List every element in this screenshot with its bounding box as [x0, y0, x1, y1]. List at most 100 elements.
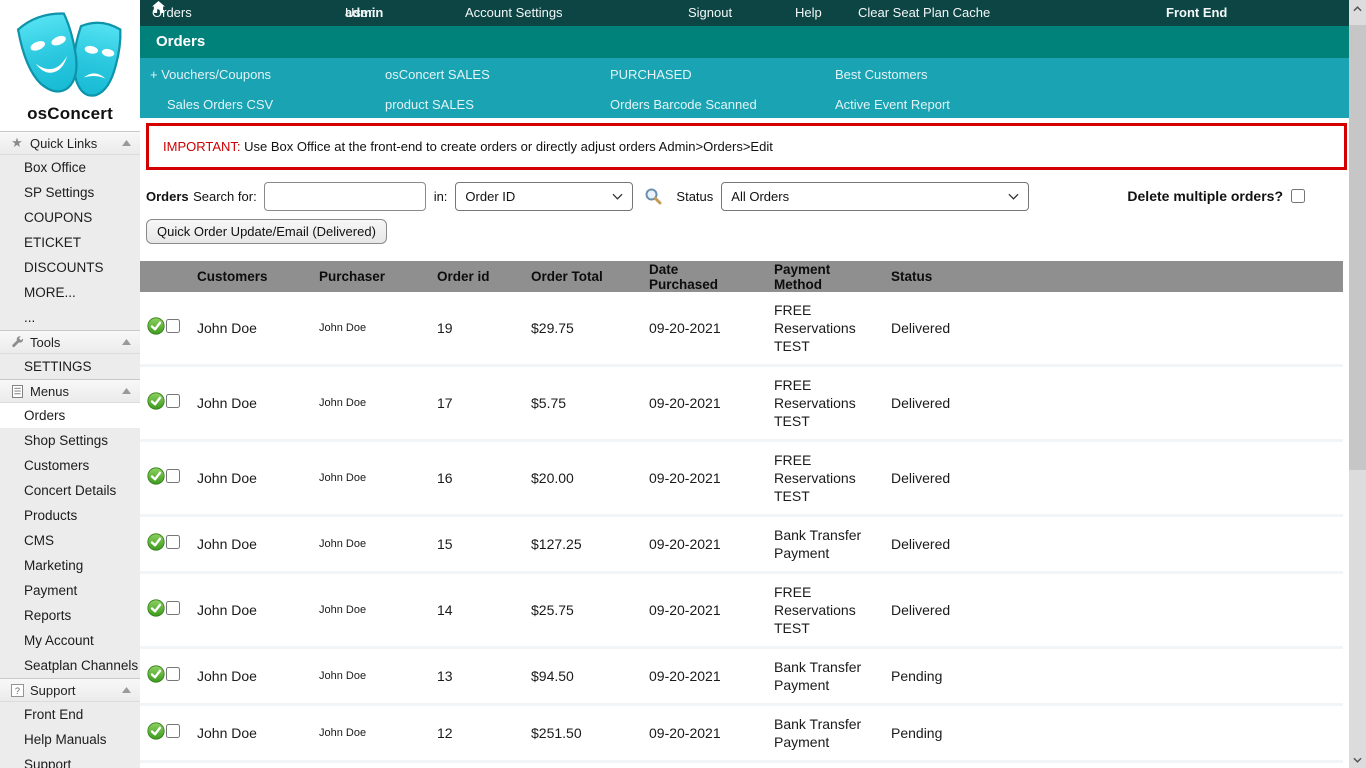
submenu-link[interactable]: product SALES — [385, 97, 474, 112]
magnifier-icon — [644, 187, 662, 205]
order-row[interactable]: John DoeJohn Doe13$94.5009-20-2021Bank T… — [140, 648, 1343, 705]
order-confirmed-cell — [140, 705, 166, 762]
search-submit-icon[interactable] — [644, 187, 662, 205]
sidebar-item-discounts[interactable]: DISCOUNTS — [0, 255, 140, 280]
sidebar-item-coupons[interactable]: COUPONS — [0, 205, 140, 230]
order-row[interactable]: John DoeJohn Doe15$127.2509-20-2021Bank … — [140, 516, 1343, 573]
order-select-cell — [166, 705, 197, 762]
sidebar-item-orders[interactable]: Orders — [0, 403, 140, 428]
quick-order-update-button[interactable]: Quick Order Update/Email (Delivered) — [146, 219, 387, 244]
row-filler — [1004, 441, 1343, 516]
topbar-account-settings-link[interactable]: Account Settings — [465, 0, 563, 26]
collapse-arrow-icon — [122, 388, 131, 394]
sidebar-item-customers[interactable]: Customers — [0, 453, 140, 478]
order-row[interactable]: John DoeJohn Doe11$51.5009-20-2021Bank T… — [140, 762, 1343, 768]
sidebar-item-front-end[interactable]: Front End — [0, 702, 140, 727]
row-filler — [1004, 516, 1343, 573]
sidebar-item-support[interactable]: Support — [0, 752, 140, 768]
order-select-checkbox[interactable] — [166, 601, 180, 615]
notice-label: IMPORTANT: — [163, 139, 241, 154]
order-row[interactable]: John DoeJohn Doe17$5.7509-20-2021FREE Re… — [140, 366, 1343, 441]
order-select-checkbox[interactable] — [166, 535, 180, 549]
row-filler — [1004, 762, 1343, 768]
vertical-scrollbar[interactable] — [1349, 0, 1366, 768]
sidebar-section-support[interactable]: ?Support — [0, 678, 140, 702]
scroll-down-arrow-icon[interactable] — [1349, 752, 1366, 767]
order-row[interactable]: John DoeJohn Doe16$20.0009-20-2021FREE R… — [140, 441, 1343, 516]
delete-multiple-checkbox[interactable] — [1291, 189, 1305, 203]
topbar-home-label: Orders — [152, 0, 192, 26]
order-total-cell: $25.75 — [531, 573, 649, 648]
order-status-cell: Pending — [891, 705, 1004, 762]
order-select-checkbox[interactable] — [166, 667, 180, 681]
sidebar-item-box-office[interactable]: Box Office — [0, 155, 140, 180]
collapse-arrow — [122, 140, 131, 146]
sidebar-section-menus[interactable]: Menus — [0, 379, 140, 403]
search-input[interactable] — [264, 182, 426, 211]
column-header: Payment Method — [774, 261, 891, 292]
sidebar-item-concert-details[interactable]: Concert Details — [0, 478, 140, 503]
sidebar-item-products[interactable]: Products — [0, 503, 140, 528]
sidebar-section-quick-links[interactable]: ★Quick Links — [0, 131, 140, 155]
order-row[interactable]: John DoeJohn Doe14$25.7509-20-2021FREE R… — [140, 573, 1343, 648]
topbar-clear-cache-link[interactable]: Clear Seat Plan Cache — [858, 0, 990, 26]
topbar-front-end-link[interactable]: Front End — [1166, 0, 1227, 26]
submenu-link[interactable]: Sales Orders CSV — [167, 97, 273, 112]
order-confirmed-cell — [140, 441, 166, 516]
submenu-link[interactable]: PURCHASED — [610, 67, 692, 82]
payment-method-cell: FREE Reservations TEST — [774, 573, 891, 648]
order-select-checkbox[interactable] — [166, 394, 180, 408]
sidebar-item-sp-settings[interactable]: SP Settings — [0, 180, 140, 205]
order-select-checkbox[interactable] — [166, 469, 180, 483]
sidebar-item-reports[interactable]: Reports — [0, 603, 140, 628]
logo: osConcert — [0, 0, 140, 131]
sidebar-item-eticket[interactable]: ETICKET — [0, 230, 140, 255]
date-purchased-cell: 09-20-2021 — [649, 705, 774, 762]
order-select-checkbox[interactable] — [166, 724, 180, 738]
order-row[interactable]: John DoeJohn Doe19$29.7509-20-2021FREE R… — [140, 292, 1343, 366]
topbar-signout-link[interactable]: Signout — [688, 0, 732, 26]
customer-cell: John Doe — [197, 648, 319, 705]
submenu-link[interactable]: Orders Barcode Scanned — [610, 97, 757, 112]
order-status-cell: Delivered — [891, 292, 1004, 366]
sidebar-item-cms[interactable]: CMS — [0, 528, 140, 553]
sidebar-section-title: Menus — [30, 384, 69, 399]
search-field-select[interactable]: Order ID — [455, 182, 633, 211]
order-select-checkbox[interactable] — [166, 319, 180, 333]
sidebar-item-my-account[interactable]: My Account — [0, 628, 140, 653]
column-header-label: Date Purchased — [649, 262, 731, 292]
order-select-cell — [166, 366, 197, 441]
date-purchased-cell: 09-20-2021 — [649, 648, 774, 705]
sidebar-item-shop-settings[interactable]: Shop Settings — [0, 428, 140, 453]
column-header: Customers — [197, 261, 319, 292]
sidebar-item-marketing[interactable]: Marketing — [0, 553, 140, 578]
topbar-help-link[interactable]: Help — [795, 0, 822, 26]
sidebar-item-[interactable]: ... — [0, 305, 140, 330]
customer-cell: John Doe — [197, 573, 319, 648]
user-label: User: — [345, 0, 376, 26]
search-field-value: Order ID — [465, 189, 515, 204]
sidebar-item-more[interactable]: MORE... — [0, 280, 140, 305]
order-total-cell: $94.50 — [531, 648, 649, 705]
submenu-link[interactable]: + Vouchers/Coupons — [150, 67, 271, 82]
sidebar-item-payment[interactable]: Payment — [0, 578, 140, 603]
status-select[interactable]: All Orders — [721, 182, 1029, 211]
scroll-up-arrow-icon[interactable] — [1349, 1, 1366, 16]
order-row[interactable]: John DoeJohn Doe12$251.5009-20-2021Bank … — [140, 705, 1343, 762]
sidebar-item-seatplan-channels[interactable]: Seatplan Channels — [0, 653, 140, 678]
submenu-link[interactable]: Best Customers — [835, 67, 927, 82]
sidebar-item-help-manuals[interactable]: Help Manuals — [0, 727, 140, 752]
payment-method-cell: Bank Transfer Payment — [774, 516, 891, 573]
submenu-link[interactable]: Active Event Report — [835, 97, 950, 112]
confirmed-check-icon — [147, 533, 165, 551]
date-purchased-cell: 09-20-2021 — [649, 366, 774, 441]
row-filler — [1004, 292, 1343, 366]
sidebar-section-tools[interactable]: Tools — [0, 330, 140, 354]
scrollbar-thumb[interactable] — [1349, 25, 1366, 470]
orders-table: CustomersPurchaserOrder idOrder TotalDat… — [140, 261, 1343, 768]
submenu-link[interactable]: osConcert SALES — [385, 67, 490, 82]
collapse-arrow-icon — [122, 687, 131, 693]
order-total-cell: $51.50 — [531, 762, 649, 768]
topbar-home-link[interactable]: Orders — [152, 0, 165, 13]
sidebar-item-settings[interactable]: SETTINGS — [0, 354, 140, 379]
